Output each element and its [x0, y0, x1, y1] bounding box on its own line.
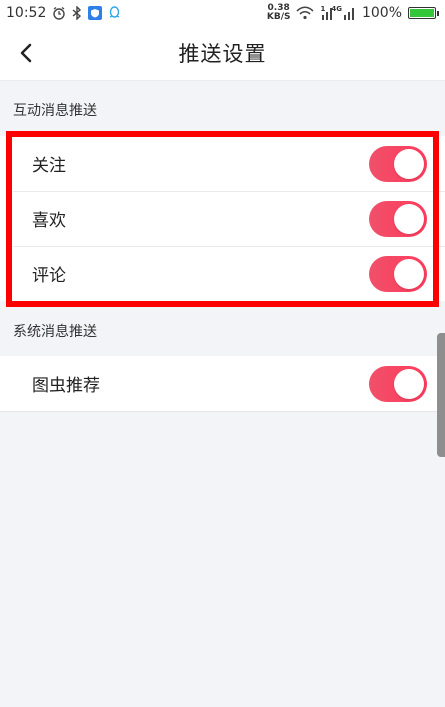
- toggle-knob: [394, 258, 424, 289]
- wifi-icon: [296, 6, 315, 20]
- signal-label-4g: 4G: [331, 5, 342, 13]
- edge-drag-handle[interactable]: [437, 333, 445, 457]
- alarm-icon: [52, 6, 66, 20]
- setting-row-like[interactable]: 喜欢: [0, 191, 445, 246]
- toggle-knob: [394, 368, 424, 399]
- signal-icon-4g: 4G: [331, 5, 356, 20]
- network-speed: 0.38 KB/S: [267, 4, 291, 22]
- like-toggle[interactable]: [369, 200, 427, 237]
- chevron-left-icon: [20, 43, 32, 63]
- signal-icon-1: 1: [320, 5, 333, 20]
- nav-bar: 推送设置: [0, 26, 445, 81]
- toggle-knob: [394, 148, 424, 179]
- status-bar: 10:52 0.38 KB/S 1 4G 100%: [0, 0, 445, 26]
- section-title-interaction: 互动消息推送: [13, 103, 97, 119]
- section-title-system: 系统消息推送: [13, 324, 97, 340]
- page-title: 推送设置: [178, 42, 267, 66]
- setting-label: 喜欢: [32, 211, 66, 231]
- setting-row-comment[interactable]: 评论: [0, 246, 445, 301]
- bluetooth-icon: [72, 6, 82, 20]
- system-settings-group: 图虫推荐: [0, 356, 445, 412]
- setting-label: 关注: [32, 156, 66, 176]
- status-bar-right: 0.38 KB/S 1 4G 100%: [267, 4, 439, 22]
- battery-percent: 100%: [361, 5, 402, 21]
- setting-row-follow[interactable]: 关注: [0, 136, 445, 191]
- setting-row-recommend[interactable]: 图虫推荐: [0, 356, 445, 411]
- shield-app-icon: [88, 6, 103, 20]
- interaction-settings-group: 关注 喜欢 评论: [0, 136, 445, 301]
- status-bar-left: 10:52: [6, 5, 121, 21]
- qq-icon: [108, 6, 121, 20]
- back-button[interactable]: [8, 34, 44, 72]
- toggle-knob: [394, 203, 424, 234]
- setting-label: 图虫推荐: [32, 376, 100, 396]
- setting-label: 评论: [32, 266, 66, 286]
- signal-label-1: 1: [320, 5, 326, 13]
- comment-toggle[interactable]: [369, 255, 427, 292]
- follow-toggle[interactable]: [369, 145, 427, 182]
- status-time: 10:52: [6, 5, 47, 21]
- battery-icon: [408, 7, 439, 19]
- recommend-toggle[interactable]: [369, 365, 427, 402]
- network-speed-unit: KB/S: [266, 12, 291, 22]
